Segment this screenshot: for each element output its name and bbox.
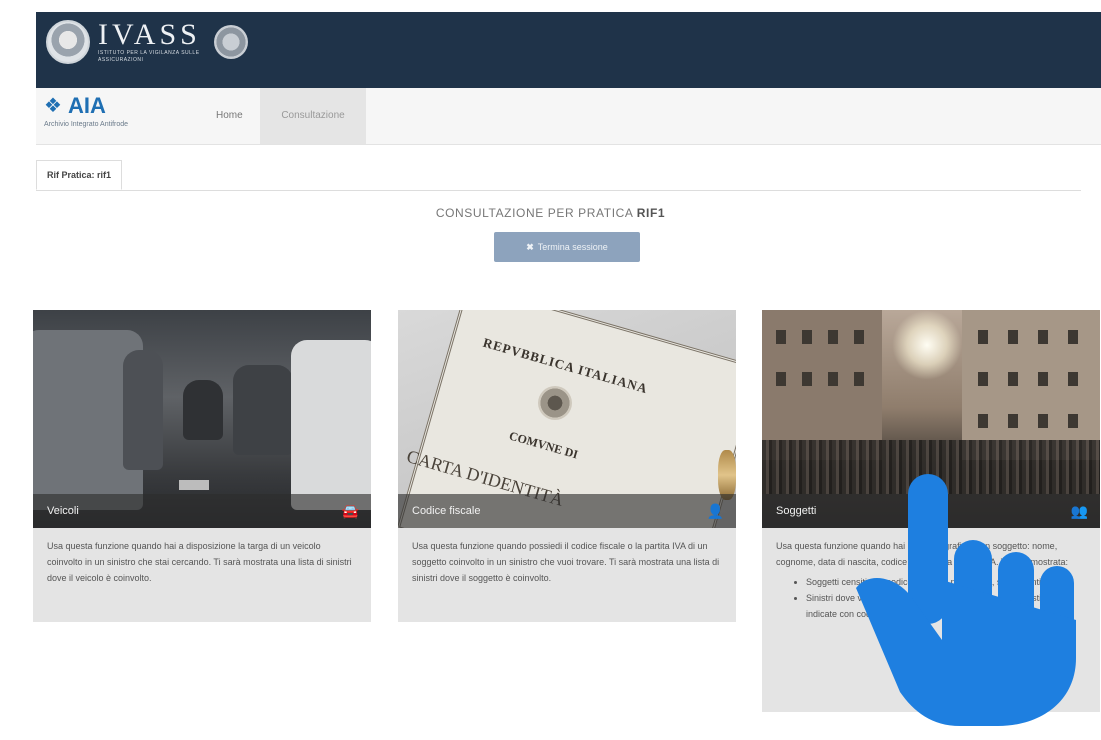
card-veicoli-caption: Veicoli 🚘	[33, 494, 371, 528]
card-codice-fiscale-caption: Codice fiscale 👤	[398, 494, 736, 528]
user-icon: 👤	[706, 502, 724, 519]
page-title-code: RIF1	[636, 206, 666, 220]
brand-subtitle: ISTITUTO PER LA VIGILANZA SULLE ASSICURA…	[98, 50, 200, 63]
nav-consultazione[interactable]: Consultazione	[260, 88, 366, 144]
card-veicoli-title: Veicoli	[47, 505, 79, 517]
brand-name: IVASS	[98, 18, 201, 51]
aia-logo-icon: ❖	[44, 95, 62, 117]
card-codice-fiscale[interactable]: REPVBBLICA ITALIANA COMVNE DI CARTA D'ID…	[398, 310, 736, 622]
card-codice-fiscale-title: Codice fiscale	[412, 505, 481, 517]
card-codice-fiscale-image[interactable]: REPVBBLICA ITALIANA COMVNE DI CARTA D'ID…	[398, 310, 736, 528]
card-veicoli[interactable]: Veicoli 🚘 Usa questa funzione quando hai…	[33, 310, 371, 622]
card-codice-fiscale-description: Usa questa funzione quando possiedi il c…	[398, 528, 736, 622]
page-title: CONSULTAZIONE PER PRATICA RIF1	[0, 206, 1101, 220]
tab-bar: Rif Pratica: rif1	[36, 160, 1081, 191]
page-title-prefix: CONSULTAZIONE PER PRATICA	[435, 206, 633, 220]
nav-home[interactable]: Home	[208, 88, 251, 144]
aia-brand[interactable]: ❖ AIA Archivio Integrato Antifrode	[44, 93, 129, 129]
car-icon: 🚘	[341, 502, 359, 519]
end-session-button[interactable]: ✖ Termina sessione	[494, 232, 640, 262]
card-veicoli-description: Usa questa funzione quando hai a disposi…	[33, 528, 371, 622]
aia-subtitle: Archivio Integrato Antifrode	[44, 121, 129, 128]
ivass-logo[interactable]: IVASS ISTITUTO PER LA VIGILANZA SULLE AS…	[46, 20, 248, 64]
emblem-seal-icon	[46, 20, 90, 64]
close-icon: ✖	[526, 241, 534, 252]
card-soggetti-title: Soggetti	[776, 505, 817, 517]
card-veicoli-image[interactable]: Veicoli 🚘	[33, 310, 371, 528]
pointer-hand-icon	[856, 474, 1076, 726]
bank-seal-icon	[214, 25, 248, 59]
tab-rif-pratica[interactable]: Rif Pratica: rif1	[36, 160, 123, 190]
end-session-label: Termina sessione	[537, 242, 608, 252]
aia-name: AIA	[67, 93, 106, 118]
navbar: ❖ AIA Archivio Integrato Antifrode Home …	[36, 88, 1101, 145]
